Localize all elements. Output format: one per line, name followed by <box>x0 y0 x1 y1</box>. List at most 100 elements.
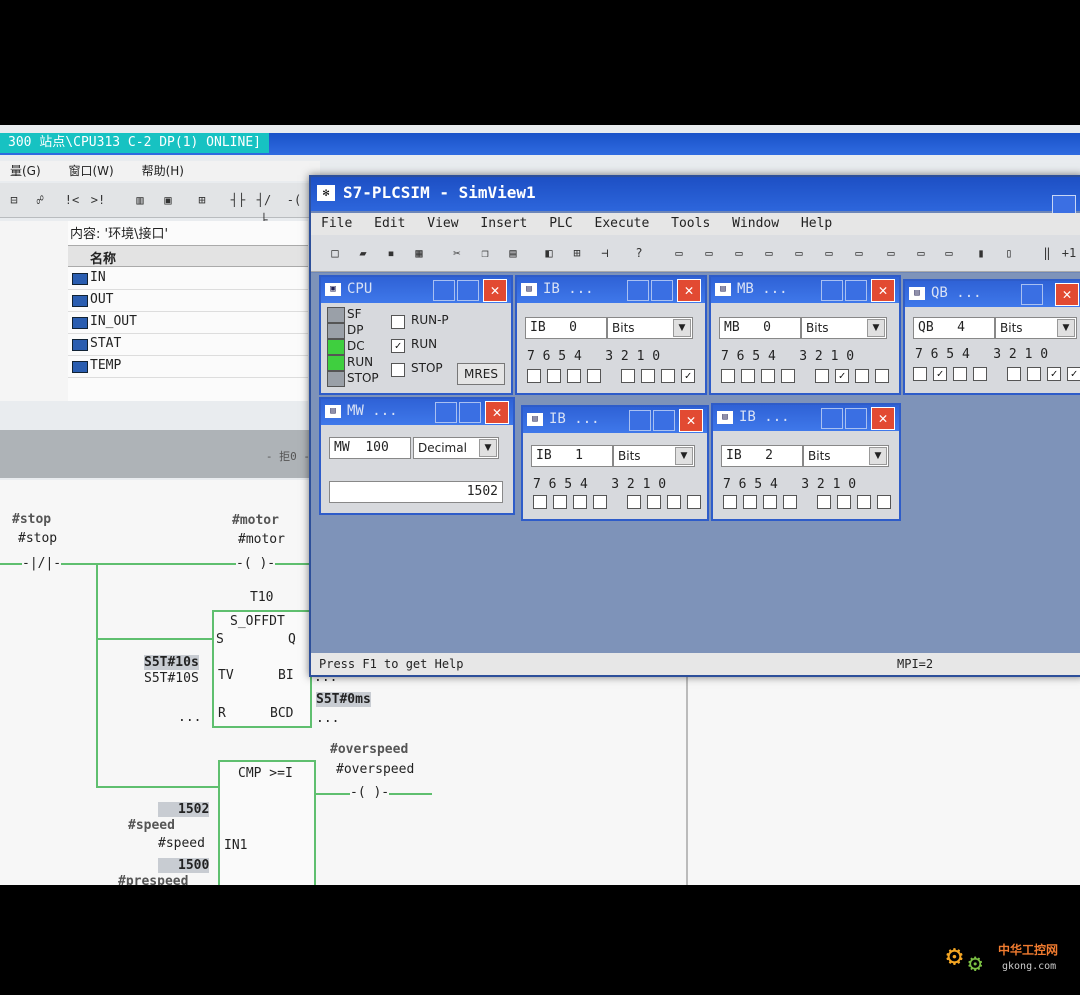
bit-checkbox[interactable] <box>627 495 641 509</box>
pause-icon[interactable]: ‖ <box>1037 243 1057 263</box>
bit-checkbox[interactable] <box>593 495 607 509</box>
tv-operand[interactable]: S5T#10S <box>144 671 199 686</box>
bit-checkbox[interactable] <box>741 369 755 383</box>
mw100-close-button[interactable]: ✕ <box>485 401 509 424</box>
bit-checkbox[interactable] <box>973 367 987 381</box>
bit-checkbox[interactable] <box>661 369 675 383</box>
cpu-minimize-button[interactable] <box>433 280 455 301</box>
step7-menu-help[interactable]: 帮助(H) <box>142 164 184 178</box>
tile-icon[interactable]: ⊞ <box>567 243 587 263</box>
menu-plc[interactable]: PLC <box>549 216 572 231</box>
speed-operand[interactable]: #speed <box>158 836 205 851</box>
mb0-maximize-button[interactable] <box>845 280 867 301</box>
mb0-minimize-button[interactable] <box>821 280 843 301</box>
bit-checkbox[interactable] <box>687 495 701 509</box>
mres-button[interactable]: MRES <box>457 363 505 385</box>
menu-edit[interactable]: Edit <box>374 216 405 231</box>
continuous-scan-icon[interactable]: ▯ <box>999 243 1019 263</box>
ib1-maximize-button[interactable] <box>653 410 675 431</box>
menu-file[interactable]: File <box>321 216 352 231</box>
prev-icon[interactable]: !< <box>62 190 82 210</box>
motor-operand[interactable]: #motor <box>238 532 285 547</box>
menu-help[interactable]: Help <box>801 216 832 231</box>
insert-stack-icon[interactable]: ▭ <box>881 243 901 263</box>
insert-counter-icon[interactable]: ▭ <box>789 243 809 263</box>
cascade-icon[interactable]: ◧ <box>539 243 559 263</box>
bit-checkbox[interactable] <box>587 369 601 383</box>
bit-checkbox[interactable]: ✓ <box>1067 367 1080 381</box>
bit-checkbox[interactable] <box>763 495 777 509</box>
bit-checkbox[interactable] <box>547 369 561 383</box>
mw100-format-select[interactable]: Decimal ▼ <box>413 437 499 459</box>
ib2-close-button[interactable]: ✕ <box>871 407 895 430</box>
ib1-address-field[interactable]: IB 1 <box>531 445 613 467</box>
bit-checkbox[interactable] <box>781 369 795 383</box>
save-icon[interactable]: ▪ <box>381 243 401 263</box>
timer-name[interactable]: T10 <box>250 590 273 605</box>
bit-checkbox[interactable] <box>1007 367 1021 381</box>
ladder-insert-icon[interactable]: ⊞ <box>192 190 212 210</box>
insert-acc-icon[interactable]: ▭ <box>911 243 931 263</box>
insert-marker-icon[interactable]: ▭ <box>729 243 749 263</box>
qb4-address-field[interactable]: QB 4 <box>913 317 995 339</box>
bit-checkbox[interactable] <box>837 495 851 509</box>
ib2-address-field[interactable]: IB 2 <box>721 445 803 467</box>
mw100-maximize-button[interactable] <box>459 402 481 423</box>
step7-menu-window[interactable]: 窗口(W) <box>69 164 114 178</box>
mode-stop-checkbox[interactable] <box>391 363 405 377</box>
qb4-minimize-button[interactable] <box>1021 284 1043 305</box>
ib2-maximize-button[interactable] <box>845 408 867 429</box>
insert-input-icon[interactable]: ▭ <box>669 243 689 263</box>
bit-checkbox[interactable] <box>913 367 927 381</box>
mb0-address-field[interactable]: MB 0 <box>719 317 801 339</box>
cpu-maximize-button[interactable] <box>457 280 479 301</box>
mode-run-checkbox[interactable]: ✓ <box>391 339 405 353</box>
bit-checkbox[interactable] <box>621 369 635 383</box>
ib0-address-field[interactable]: IB 0 <box>525 317 607 339</box>
motor-coil[interactable]: -( )- <box>236 556 276 571</box>
bit-checkbox[interactable] <box>817 495 831 509</box>
stop-contact[interactable]: -|/|- <box>22 556 62 571</box>
cut-icon[interactable]: ✂ <box>447 243 467 263</box>
insert-generic-icon[interactable]: ▭ <box>819 243 839 263</box>
copy-icon[interactable]: ❐ <box>475 243 495 263</box>
bit-checkbox[interactable] <box>667 495 681 509</box>
interface-row[interactable]: IN <box>68 267 308 290</box>
insert-timer-icon[interactable]: ▭ <box>759 243 779 263</box>
connect-icon[interactable]: ☍ <box>30 190 50 210</box>
ib0-close-button[interactable]: ✕ <box>677 279 701 302</box>
no-contact-icon[interactable]: ┤├ <box>228 190 248 210</box>
overspeed-operand[interactable]: #overspeed <box>336 762 414 777</box>
mw100-value-field[interactable]: 1502 <box>329 481 503 503</box>
open-icon[interactable]: ▰ <box>353 243 373 263</box>
bit-checkbox[interactable] <box>855 369 869 383</box>
bit-checkbox[interactable] <box>553 495 567 509</box>
bit-checkbox[interactable]: ✓ <box>681 369 695 383</box>
bit-checkbox[interactable] <box>567 369 581 383</box>
timer-block[interactable]: S_OFFDT S Q TV BI R BCD <box>212 610 312 728</box>
menu-view[interactable]: View <box>427 216 458 231</box>
bit-checkbox[interactable] <box>761 369 775 383</box>
plus-one-icon[interactable]: +1 <box>1059 243 1079 263</box>
paste-icon[interactable]: ▤ <box>503 243 523 263</box>
next-icon[interactable]: >! <box>88 190 108 210</box>
ib1-close-button[interactable]: ✕ <box>679 409 703 432</box>
bit-checkbox[interactable] <box>953 367 967 381</box>
new-icon[interactable]: □ <box>325 243 345 263</box>
compare-block[interactable]: CMP >=I IN1 <box>218 760 316 885</box>
bit-checkbox[interactable] <box>573 495 587 509</box>
ib0-minimize-button[interactable] <box>627 280 649 301</box>
monitor-icon[interactable]: ▣ <box>158 190 178 210</box>
bit-checkbox[interactable] <box>783 495 797 509</box>
ib2-minimize-button[interactable] <box>821 408 843 429</box>
bit-checkbox[interactable] <box>647 495 661 509</box>
bit-checkbox[interactable] <box>723 495 737 509</box>
mode-run-p-checkbox[interactable] <box>391 315 405 329</box>
qb4-format-select[interactable]: Bits ▼ <box>995 317 1077 339</box>
interface-row[interactable]: STAT <box>68 333 308 356</box>
mb0-format-select[interactable]: Bits ▼ <box>801 317 887 339</box>
ib1-format-select[interactable]: Bits ▼ <box>613 445 695 467</box>
download-icon[interactable]: ▦ <box>409 243 429 263</box>
menu-insert[interactable]: Insert <box>480 216 527 231</box>
bit-checkbox[interactable] <box>527 369 541 383</box>
